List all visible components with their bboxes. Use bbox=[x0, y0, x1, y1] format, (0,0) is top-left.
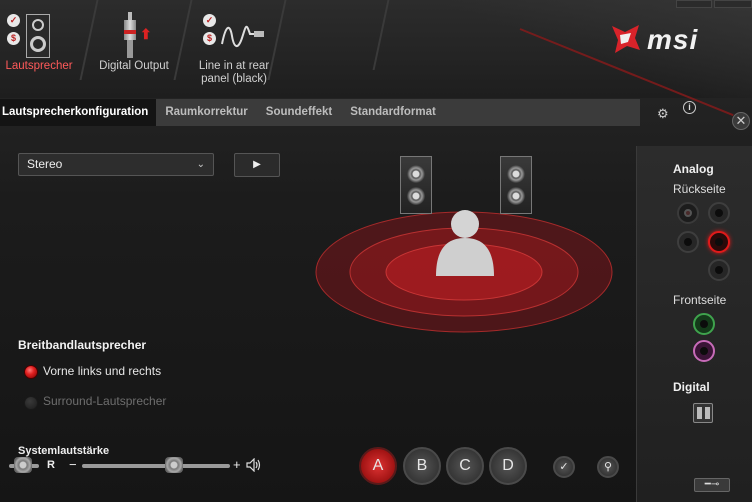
preset-b-button[interactable]: B bbox=[403, 447, 441, 485]
tab-sound-effect[interactable]: Soundeffekt bbox=[257, 99, 341, 126]
front-label: Frontseite bbox=[673, 293, 727, 307]
dollar-icon: $ bbox=[7, 32, 20, 45]
radio-front-lr[interactable] bbox=[24, 365, 38, 379]
balance-slider-knob[interactable] bbox=[14, 457, 32, 473]
gear-icon[interactable]: ⚙ bbox=[657, 106, 671, 121]
check-icon: ✓ bbox=[203, 14, 216, 27]
play-test-button[interactable]: ▶ bbox=[234, 153, 280, 177]
radio-label-surround: Surround-Lautsprecher bbox=[43, 394, 167, 408]
rear-label: Rückseite bbox=[673, 182, 726, 196]
close-window-button[interactable] bbox=[714, 0, 752, 8]
rear-jack-grey-3[interactable] bbox=[708, 259, 730, 281]
front-jack-green[interactable] bbox=[693, 313, 715, 335]
tab-room-correction[interactable]: Raumkorrektur bbox=[156, 99, 256, 126]
speaker-config-select[interactable]: Stereo ⌄ bbox=[18, 153, 214, 176]
msi-logo: msi bbox=[609, 22, 721, 56]
dollar-icon: $ bbox=[203, 32, 216, 45]
digital-output-button[interactable] bbox=[693, 403, 713, 423]
microphone-icon[interactable]: ⚲ bbox=[597, 456, 619, 478]
analog-title: Analog bbox=[673, 162, 714, 176]
device-bar: ✓ $ Lautsprecher ⬆ Digital Output ✓ $ Li… bbox=[0, 0, 752, 117]
close-icon[interactable]: ✕ bbox=[732, 112, 750, 130]
front-jack-pink[interactable] bbox=[693, 340, 715, 362]
device-label: Line in at rear panel (black) bbox=[198, 60, 270, 85]
divider bbox=[372, 0, 390, 70]
preset-c-button[interactable]: C bbox=[446, 447, 484, 485]
device-line-in[interactable]: ✓ $ Line in at rear panel (black) bbox=[190, 6, 278, 86]
arrow-up-icon: ⬆ bbox=[140, 26, 152, 42]
front-left-speaker[interactable] bbox=[400, 156, 432, 214]
audio-cable-icon bbox=[221, 25, 264, 47]
volume-minus[interactable]: − bbox=[69, 457, 77, 472]
speaker-icon bbox=[26, 14, 50, 58]
preset-a-button[interactable]: A bbox=[359, 447, 397, 485]
tab-speaker-config[interactable]: Lautsprecherkonfiguration bbox=[0, 99, 157, 126]
rear-jack-grey[interactable] bbox=[708, 202, 730, 224]
volume-slider-knob[interactable] bbox=[165, 457, 183, 473]
preset-d-button[interactable]: D bbox=[489, 447, 527, 485]
select-value: Stereo bbox=[27, 157, 63, 171]
digital-plug-icon bbox=[124, 12, 136, 58]
listener-icon bbox=[436, 210, 494, 276]
dragon-icon bbox=[612, 25, 640, 53]
rear-jack-black[interactable] bbox=[677, 202, 699, 224]
device-digital-output[interactable]: ⬆ Digital Output bbox=[94, 6, 174, 73]
balance-right-label: R bbox=[47, 459, 55, 471]
realtek-audio-console: ✓ $ Lautsprecher ⬆ Digital Output ✓ $ Li… bbox=[0, 0, 752, 502]
digital-title: Digital bbox=[673, 380, 710, 394]
volume-track[interactable] bbox=[82, 464, 230, 468]
device-label: Digital Output bbox=[99, 60, 169, 72]
wrench-icon[interactable]: ━⊸ bbox=[694, 478, 730, 492]
front-right-speaker[interactable] bbox=[500, 156, 532, 214]
system-volume-title: Systemlautstärke bbox=[18, 445, 110, 457]
volume-plus[interactable]: + bbox=[233, 457, 241, 472]
volume-icon[interactable] bbox=[246, 458, 262, 472]
info-icon[interactable]: i bbox=[683, 101, 696, 114]
chevron-down-icon: ⌄ bbox=[196, 159, 205, 170]
device-label: Lautsprecher bbox=[5, 60, 73, 72]
brand-text: msi bbox=[647, 24, 699, 55]
radio-surround[interactable] bbox=[24, 396, 38, 410]
radio-label-front-lr: Vorne links und rechts bbox=[43, 364, 162, 378]
tab-bar: Lautsprecherkonfiguration Raumkorrektur … bbox=[0, 99, 640, 126]
minimize-button[interactable] bbox=[676, 0, 712, 8]
save-check-icon[interactable]: ✓ bbox=[553, 456, 575, 478]
check-icon: ✓ bbox=[7, 14, 20, 27]
rear-jack-red[interactable] bbox=[708, 231, 730, 253]
device-speakers[interactable]: ✓ $ Lautsprecher bbox=[2, 6, 76, 73]
tab-default-format[interactable]: Standardformat bbox=[341, 99, 445, 126]
broadband-title: Breitbandlautsprecher bbox=[18, 338, 147, 352]
rear-jack-grey-2[interactable] bbox=[677, 231, 699, 253]
